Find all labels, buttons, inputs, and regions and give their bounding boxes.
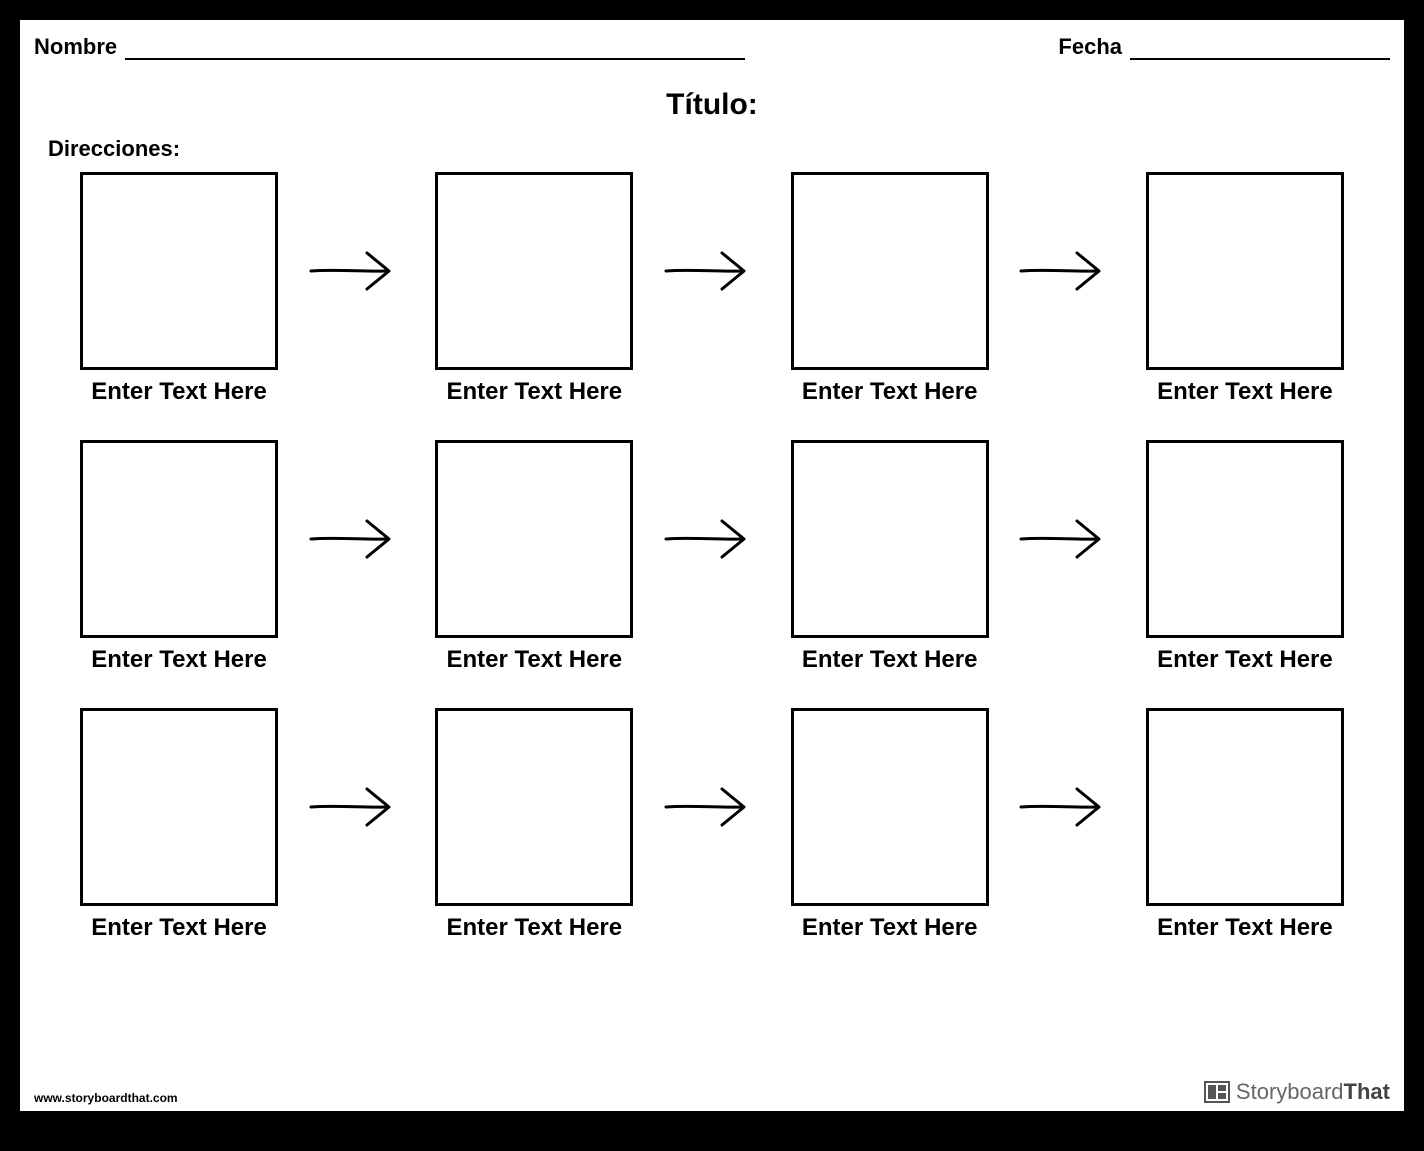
date-field: Fecha <box>1058 34 1390 60</box>
flow-row: Enter Text Here Enter Text Here Enter Te… <box>74 440 1350 674</box>
flow-cell: Enter Text Here <box>74 708 284 942</box>
arrow-right-icon <box>307 172 407 370</box>
flow-cell: Enter Text Here <box>785 440 995 674</box>
flow-cell: Enter Text Here <box>1140 172 1350 406</box>
flow-cell: Enter Text Here <box>785 172 995 406</box>
flow-caption[interactable]: Enter Text Here <box>802 646 978 674</box>
worksheet-page: Nombre Fecha Título: Direcciones: Enter … <box>20 20 1404 1111</box>
arrow-right-icon <box>662 708 762 906</box>
flow-caption[interactable]: Enter Text Here <box>91 378 267 406</box>
flow-box[interactable] <box>435 708 633 906</box>
flow-box[interactable] <box>80 440 278 638</box>
flow-caption[interactable]: Enter Text Here <box>1157 646 1333 674</box>
flow-box[interactable] <box>1146 440 1344 638</box>
flow-cell: Enter Text Here <box>74 440 284 674</box>
flow-caption[interactable]: Enter Text Here <box>91 914 267 942</box>
flow-box[interactable] <box>435 440 633 638</box>
flow-box[interactable] <box>791 440 989 638</box>
brand-word1: Storyboard <box>1236 1079 1344 1104</box>
flow-cell: Enter Text Here <box>1140 708 1350 942</box>
arrow-right-icon <box>1017 440 1117 638</box>
flow-row: Enter Text Here Enter Text Here Enter Te… <box>74 708 1350 942</box>
flow-box[interactable] <box>80 708 278 906</box>
flow-caption[interactable]: Enter Text Here <box>1157 914 1333 942</box>
flow-caption[interactable]: Enter Text Here <box>447 378 623 406</box>
arrow-right-icon <box>307 708 407 906</box>
header-row: Nombre Fecha <box>34 30 1390 60</box>
brand-word2: That <box>1344 1079 1390 1104</box>
flow-caption[interactable]: Enter Text Here <box>802 378 978 406</box>
arrow-right-icon <box>307 440 407 638</box>
arrow-right-icon <box>662 172 762 370</box>
footer-url: www.storyboardthat.com <box>34 1091 178 1105</box>
flow-box[interactable] <box>791 708 989 906</box>
flow-caption[interactable]: Enter Text Here <box>447 646 623 674</box>
page-title: Título: <box>34 88 1390 122</box>
footer: www.storyboardthat.com StoryboardThat <box>34 1079 1390 1105</box>
flow-caption[interactable]: Enter Text Here <box>91 646 267 674</box>
arrow-right-icon <box>1017 172 1117 370</box>
arrow-right-icon <box>1017 708 1117 906</box>
brand-logo: StoryboardThat <box>1204 1079 1390 1105</box>
flow-cell: Enter Text Here <box>429 172 639 406</box>
flow-cell: Enter Text Here <box>785 708 995 942</box>
flow-caption[interactable]: Enter Text Here <box>1157 378 1333 406</box>
name-label: Nombre <box>34 34 117 60</box>
flow-box[interactable] <box>80 172 278 370</box>
flow-cell: Enter Text Here <box>429 708 639 942</box>
directions-label: Direcciones: <box>48 136 1390 162</box>
flow-cell: Enter Text Here <box>74 172 284 406</box>
flow-row: Enter Text Here Enter Text Here Enter Te… <box>74 172 1350 406</box>
arrow-right-icon <box>662 440 762 638</box>
flow-cell: Enter Text Here <box>1140 440 1350 674</box>
flow-rows: Enter Text Here Enter Text Here Enter Te… <box>34 172 1390 942</box>
flow-box[interactable] <box>1146 708 1344 906</box>
date-label: Fecha <box>1058 34 1122 60</box>
flow-caption[interactable]: Enter Text Here <box>447 914 623 942</box>
brand-text: StoryboardThat <box>1236 1079 1390 1105</box>
flow-cell: Enter Text Here <box>429 440 639 674</box>
flow-box[interactable] <box>791 172 989 370</box>
flow-box[interactable] <box>1146 172 1344 370</box>
storyboard-icon <box>1204 1081 1230 1103</box>
name-field: Nombre <box>34 34 745 60</box>
flow-box[interactable] <box>435 172 633 370</box>
name-input-line[interactable] <box>125 38 745 60</box>
date-input-line[interactable] <box>1130 38 1390 60</box>
flow-caption[interactable]: Enter Text Here <box>802 914 978 942</box>
